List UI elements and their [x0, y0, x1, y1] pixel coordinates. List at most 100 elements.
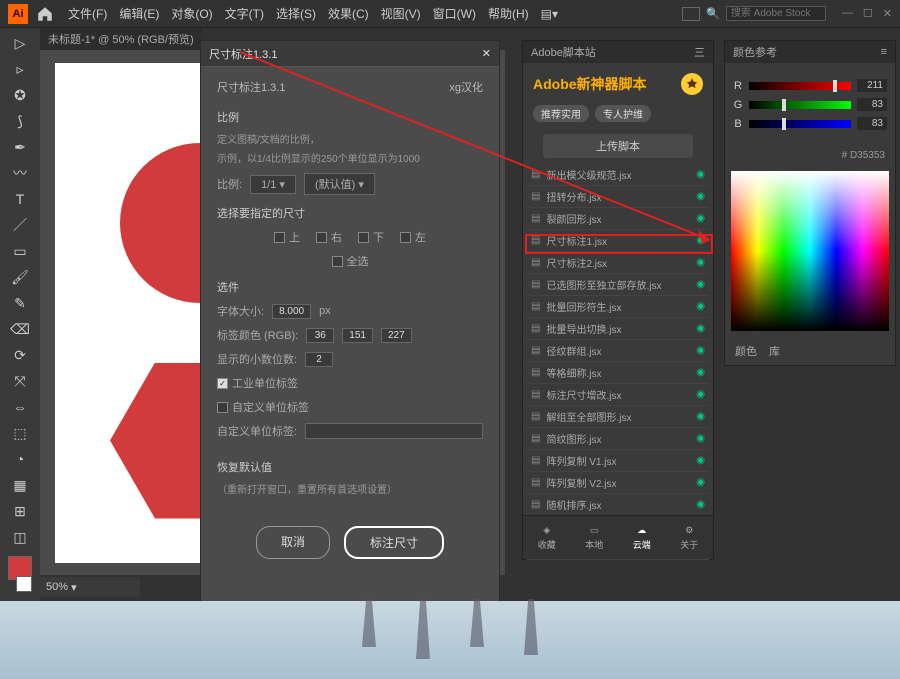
custom-unit-checkbox[interactable]: 自定义单位标签 — [217, 399, 309, 415]
mesh-tool[interactable]: ⊞ — [9, 500, 31, 522]
curvature-tool[interactable]: 〰 — [9, 162, 31, 184]
scale-tool[interactable]: ⤧ — [9, 370, 31, 392]
search-icon[interactable]: 🔍 — [706, 7, 720, 20]
select-all-checkbox[interactable]: 全选 — [332, 253, 369, 269]
tag-maintain[interactable]: 专人护维 — [595, 105, 651, 122]
eraser-tool[interactable]: ⌫ — [9, 318, 31, 340]
color-spectrum[interactable] — [731, 171, 889, 331]
paintbrush-tool[interactable]: 🖌 — [9, 266, 31, 288]
nav-local[interactable]: ▭本地 — [585, 525, 603, 551]
script-item[interactable]: ▤已选图形至独立部存放.jsx◉ — [527, 274, 709, 296]
script-item[interactable]: ▤尺寸标注1.jsx◉ — [527, 230, 709, 252]
download-icon[interactable]: ◉ — [696, 411, 705, 422]
script-item[interactable]: ▤等格细称.jsx◉ — [527, 362, 709, 384]
nav-favorites[interactable]: ◈收藏 — [538, 525, 556, 551]
color-panel-tab[interactable]: 颜色参考≡ — [725, 41, 895, 63]
hex-value[interactable]: # D35353 — [725, 146, 895, 165]
pen-tool[interactable]: ✒ — [9, 136, 31, 158]
zoom-level[interactable]: 50% ▾ — [40, 577, 140, 597]
script-item[interactable]: ▤批量回形符生.jsx◉ — [527, 296, 709, 318]
color-g-input[interactable]: 151 — [342, 328, 373, 343]
download-icon[interactable]: ◉ — [696, 367, 705, 378]
download-icon[interactable]: ◉ — [696, 389, 705, 400]
direct-select-tool[interactable]: ▹ — [9, 58, 31, 80]
script-panel-tab[interactable]: Adobe脚本站 三 — [523, 41, 713, 63]
close-icon[interactable]: ✕ — [883, 7, 892, 20]
dir-up-checkbox[interactable]: 上 — [274, 229, 300, 245]
download-icon[interactable]: ◉ — [696, 323, 705, 334]
ok-button[interactable]: 标注尺寸 — [344, 526, 444, 559]
workspace-icon[interactable] — [682, 7, 700, 21]
script-item[interactable]: ▤尺寸标注2.jsx◉ — [527, 252, 709, 274]
download-icon[interactable]: ◉ — [696, 257, 705, 268]
stroke-swatch[interactable] — [16, 576, 32, 592]
scale-default-button[interactable]: (默认值) ▾ — [304, 173, 375, 195]
r-value[interactable]: 211 — [857, 79, 887, 92]
download-icon[interactable]: ◉ — [696, 499, 705, 510]
maximize-icon[interactable]: ☐ — [863, 7, 873, 20]
script-item[interactable]: ▤简纹图形.jsx◉ — [527, 428, 709, 450]
download-icon[interactable]: ◉ — [696, 279, 705, 290]
color-b-input[interactable]: 227 — [381, 328, 412, 343]
type-tool[interactable]: T — [9, 188, 31, 210]
menu-icon[interactable]: ≡ — [881, 46, 887, 58]
gradient-tool[interactable]: ◫ — [9, 526, 31, 548]
menu-icon[interactable]: 三 — [694, 44, 705, 60]
menu-select[interactable]: 选择(S) — [270, 1, 322, 26]
download-icon[interactable]: ◉ — [696, 213, 705, 224]
perspective-tool[interactable]: ▦ — [9, 474, 31, 496]
menu-help[interactable]: 帮助(H) — [482, 1, 535, 26]
download-icon[interactable]: ◉ — [696, 191, 705, 202]
nav-cloud[interactable]: ☁云端 — [633, 525, 651, 551]
script-item[interactable]: ▤批量导出切换.jsx◉ — [527, 318, 709, 340]
selection-tool[interactable]: ▷ — [9, 32, 31, 54]
dialog-close-icon[interactable]: ✕ — [482, 47, 491, 60]
nav-about[interactable]: ⚙关于 — [680, 525, 698, 551]
search-input[interactable] — [726, 6, 826, 21]
download-icon[interactable]: ◉ — [696, 301, 705, 312]
menu-file[interactable]: 文件(F) — [62, 1, 113, 26]
script-item[interactable]: ▤新出模父级规范.jsx◉ — [527, 164, 709, 186]
script-item[interactable]: ▤裂颜回形.jsx◉ — [527, 208, 709, 230]
home-icon[interactable] — [36, 5, 54, 23]
lasso-tool[interactable]: ⟆ — [9, 110, 31, 132]
r-slider[interactable] — [749, 82, 851, 90]
script-item[interactable]: ▤标注尺寸增改.jsx◉ — [527, 384, 709, 406]
industrial-checkbox[interactable]: ✓工业单位标签 — [217, 375, 298, 391]
rotate-tool[interactable]: ⟳ — [9, 344, 31, 366]
restore-defaults[interactable]: 恢复默认值 — [217, 459, 483, 475]
download-icon[interactable]: ◉ — [696, 235, 705, 246]
library-tab[interactable]: 库 — [769, 343, 780, 359]
custom-unit-input[interactable] — [305, 423, 483, 439]
shape-builder-tool[interactable]: ◔ — [9, 448, 31, 470]
cancel-button[interactable]: 取消 — [256, 526, 330, 559]
dir-left-checkbox[interactable]: 左 — [400, 229, 426, 245]
menu-view[interactable]: 视图(V) — [375, 1, 427, 26]
script-item[interactable]: ▤阵列复制 V1.jsx◉ — [527, 450, 709, 472]
menu-object[interactable]: 对象(O) — [165, 1, 218, 26]
color-r-input[interactable]: 36 — [306, 328, 334, 343]
minimize-icon[interactable]: — — [842, 7, 853, 20]
script-item[interactable]: ▤阵列复制 V2.jsx◉ — [527, 472, 709, 494]
decimal-input[interactable]: 2 — [305, 352, 333, 367]
b-slider[interactable] — [749, 120, 851, 128]
script-item[interactable]: ▤随机排序.jsx◉ — [527, 494, 709, 516]
rectangle-tool[interactable]: ▭ — [9, 240, 31, 262]
shaper-tool[interactable]: ✎ — [9, 292, 31, 314]
width-tool[interactable]: ⇔ — [9, 396, 31, 418]
document-tab[interactable]: 未标题-1* @ 50% (RGB/预览) — [40, 28, 202, 50]
b-value[interactable]: 83 — [857, 117, 887, 130]
menu-window[interactable]: 窗口(W) — [427, 1, 482, 26]
dir-right-checkbox[interactable]: 右 — [316, 229, 342, 245]
menu-edit[interactable]: 编辑(E) — [113, 1, 165, 26]
menu-extra-icon[interactable]: ▤▾ — [535, 3, 564, 25]
menu-effect[interactable]: 效果(C) — [322, 1, 375, 26]
tag-recommend[interactable]: 推荐实用 — [533, 105, 589, 122]
upload-script-button[interactable]: 上传脚本 — [543, 134, 693, 158]
download-icon[interactable]: ◉ — [696, 433, 705, 444]
download-icon[interactable]: ◉ — [696, 477, 705, 488]
download-icon[interactable]: ◉ — [696, 455, 705, 466]
free-transform-tool[interactable]: ⬚ — [9, 422, 31, 444]
font-size-input[interactable]: 8.000 — [272, 304, 311, 319]
download-icon[interactable]: ◉ — [696, 345, 705, 356]
